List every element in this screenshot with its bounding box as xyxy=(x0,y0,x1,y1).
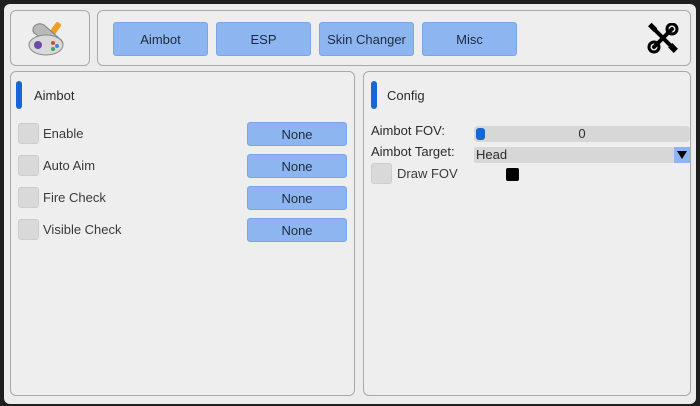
visible-check-checkbox[interactable] xyxy=(18,219,39,240)
draw-fov-label: Draw FOV xyxy=(397,166,458,181)
aimbot-target-dropdown[interactable]: Head xyxy=(474,147,690,163)
tab-aimbot[interactable]: Aimbot xyxy=(113,22,208,56)
enable-label: Enable xyxy=(43,126,84,141)
visible-check-label: Visible Check xyxy=(43,222,122,237)
tab-esp[interactable]: ESP xyxy=(216,22,311,56)
enable-key-button[interactable]: None xyxy=(247,122,347,146)
aimbot-fov-label: Aimbot FOV: xyxy=(371,123,445,138)
tab-misc[interactable]: Misc xyxy=(422,22,517,56)
enable-checkbox[interactable] xyxy=(18,123,39,144)
aimbot-section-title: Aimbot xyxy=(34,88,75,103)
auto-aim-checkbox[interactable] xyxy=(18,155,39,176)
auto-aim-label: Auto Aim xyxy=(43,158,96,173)
logo-panel xyxy=(10,10,90,66)
visible-check-key-button[interactable]: None xyxy=(247,218,347,242)
aimbot-fov-value: 0 xyxy=(578,126,586,141)
aimbot-accent-bar xyxy=(16,81,22,109)
aimbot-target-value: Head xyxy=(476,147,508,162)
draw-fov-color-picker[interactable] xyxy=(506,168,519,181)
config-section-title: Config xyxy=(387,88,425,103)
fire-check-checkbox[interactable] xyxy=(18,187,39,208)
config-accent-bar xyxy=(371,81,377,109)
gamepad-wrench-icon xyxy=(28,22,64,56)
aimbot-target-label: Aimbot Target: xyxy=(371,144,455,159)
fire-check-label: Fire Check xyxy=(43,190,106,205)
draw-fov-checkbox[interactable] xyxy=(371,163,392,184)
config-panel xyxy=(363,71,691,396)
auto-aim-key-button[interactable]: None xyxy=(247,154,347,178)
aimbot-fov-slider[interactable]: 0 xyxy=(474,126,690,142)
cheat-menu-window: Aimbot ESP Skin Changer Misc Aimbot Enab… xyxy=(4,4,696,404)
fire-check-key-button[interactable]: None xyxy=(247,186,347,210)
tab-skin-changer[interactable]: Skin Changer xyxy=(319,22,414,56)
wrench-screwdriver-icon[interactable] xyxy=(646,23,680,55)
dropdown-arrow-icon[interactable] xyxy=(674,147,690,163)
